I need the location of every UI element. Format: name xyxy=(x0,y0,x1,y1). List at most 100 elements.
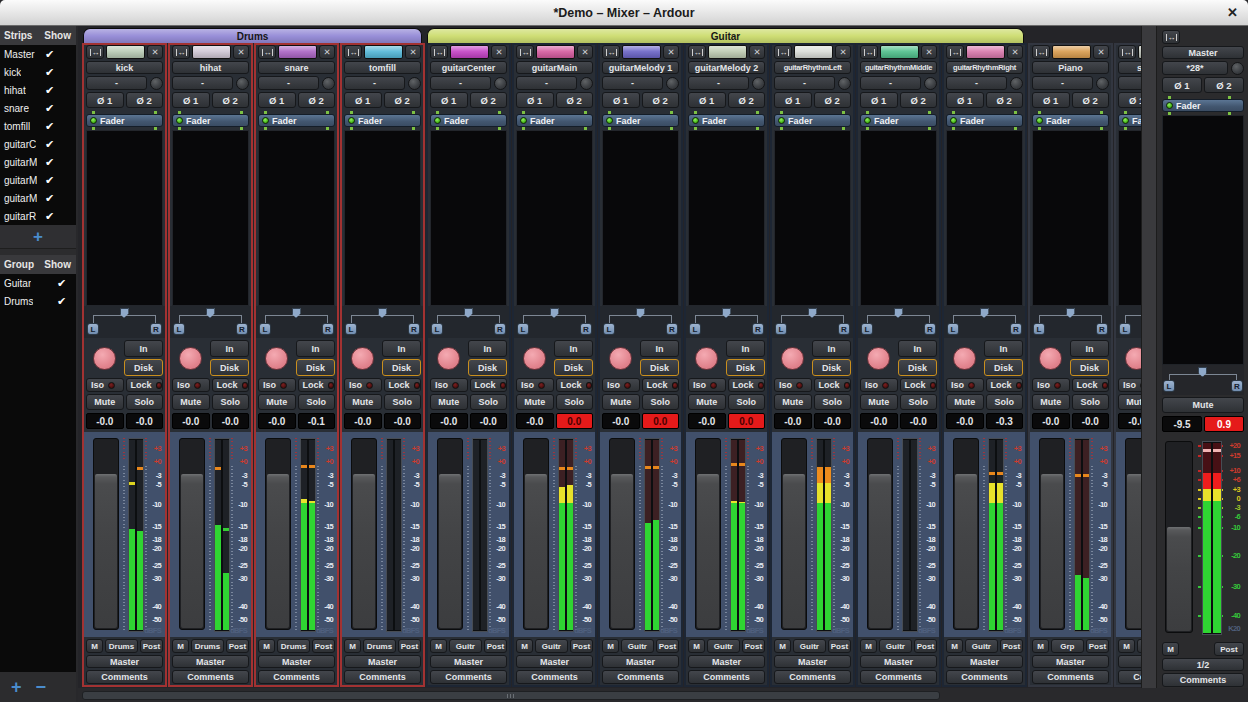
fader-track[interactable] xyxy=(437,438,463,630)
strip-name-button[interactable]: guitarCenter xyxy=(430,61,507,74)
lock-button[interactable]: Lock xyxy=(728,378,766,392)
pan-widget[interactable]: LR xyxy=(172,306,249,338)
pan-widget[interactable]: LR xyxy=(258,306,335,338)
close-strip-button[interactable]: ✕ xyxy=(749,45,765,59)
sidebar-strip-row[interactable]: Master✔ xyxy=(0,45,76,63)
mute-button[interactable]: Mute xyxy=(860,394,898,410)
strip-visible-check[interactable]: ✔ xyxy=(45,156,54,169)
mute-button[interactable]: Mute xyxy=(86,394,124,410)
input-button[interactable]: In xyxy=(984,340,1023,357)
phase-1-button[interactable]: Ø 1 xyxy=(86,92,124,108)
strip-name-button[interactable]: guitarRhythmLeft xyxy=(774,61,851,74)
phase-2-button[interactable]: Ø 2 xyxy=(556,92,594,108)
pan-left-badge[interactable]: L xyxy=(689,323,701,335)
fader-processor-button[interactable]: Fader xyxy=(1032,114,1109,127)
trim-display[interactable]: - xyxy=(430,76,491,90)
processor-led[interactable] xyxy=(692,117,699,124)
phase-2-button[interactable]: Ø 2 xyxy=(384,92,422,108)
fader-processor-button[interactable]: Fader xyxy=(1162,99,1244,112)
fader-track[interactable] xyxy=(179,438,205,630)
close-strip-button[interactable]: ✕ xyxy=(1093,45,1109,59)
post-button[interactable]: Post xyxy=(312,639,335,653)
pan-right-badge[interactable]: R xyxy=(236,323,248,335)
pan-widget[interactable]: LR xyxy=(688,306,765,338)
gain-display[interactable]: -0.0 xyxy=(602,413,640,429)
group-button[interactable]: Guitr xyxy=(535,639,568,653)
trim-knob[interactable] xyxy=(1096,77,1109,90)
pan-widget[interactable]: LR xyxy=(860,306,937,338)
pan-right-badge[interactable]: R xyxy=(494,323,506,335)
solo-button[interactable]: Solo xyxy=(642,394,680,410)
fader-track[interactable] xyxy=(781,438,807,630)
phase-1-button[interactable]: Ø 1 xyxy=(688,92,726,108)
narrow-toggle-button[interactable]: ↔ xyxy=(602,45,620,59)
trim-knob[interactable] xyxy=(580,77,593,90)
fader-handle[interactable] xyxy=(181,474,203,628)
processor-box[interactable] xyxy=(86,130,163,306)
disk-button[interactable]: Disk xyxy=(554,359,593,376)
strip-color-chip[interactable] xyxy=(880,45,919,59)
gain-display[interactable]: -0.0 xyxy=(258,413,296,429)
fader-processor-button[interactable]: Fader xyxy=(774,114,851,127)
output-button[interactable]: Master xyxy=(516,655,593,668)
input-button[interactable]: In xyxy=(210,340,249,357)
group-button[interactable]: Guitr xyxy=(707,639,740,653)
fader-track[interactable] xyxy=(523,438,549,630)
mono-button[interactable]: M xyxy=(860,639,877,653)
gain-display[interactable]: -0.0 xyxy=(860,413,898,429)
pan-widget[interactable]: LR xyxy=(1162,365,1244,395)
processor-box[interactable] xyxy=(688,130,765,306)
strip-name-button[interactable]: guitarMelody 1 xyxy=(602,61,679,74)
processor-led[interactable] xyxy=(176,117,183,124)
narrow-toggle-button[interactable]: ↔ xyxy=(86,45,104,59)
peak-display[interactable]: -0.0 xyxy=(900,413,938,429)
pan-widget[interactable]: LR xyxy=(430,306,507,338)
gain-display[interactable]: -0.0 xyxy=(946,413,984,429)
processor-led[interactable] xyxy=(1166,102,1173,109)
strip-color-chip[interactable] xyxy=(1052,45,1091,59)
fader-handle[interactable] xyxy=(869,474,891,628)
gain-display[interactable]: -0.0 xyxy=(430,413,468,429)
pan-handle[interactable] xyxy=(980,308,989,318)
strip-visible-check[interactable]: ✔ xyxy=(45,48,54,61)
trim-display[interactable]: - xyxy=(602,76,663,90)
processor-box[interactable] xyxy=(172,130,249,306)
narrow-toggle-button[interactable]: ↔ xyxy=(946,45,964,59)
solo-button[interactable]: Solo xyxy=(384,394,422,410)
mute-button[interactable]: Mute xyxy=(602,394,640,410)
processor-box[interactable] xyxy=(946,130,1023,306)
group-tab-guitar[interactable]: Guitar xyxy=(427,28,1024,43)
pan-widget[interactable]: LR xyxy=(516,306,593,338)
post-button[interactable]: Post xyxy=(1214,642,1244,656)
comments-button[interactable]: Comments xyxy=(1032,670,1109,684)
post-button[interactable]: Post xyxy=(656,639,679,653)
pan-right-badge[interactable]: R xyxy=(838,323,850,335)
solo-button[interactable]: Solo xyxy=(212,394,250,410)
trim-display[interactable]: - xyxy=(172,76,233,90)
strip-color-chip[interactable] xyxy=(708,45,747,59)
iso-button[interactable]: Iso xyxy=(860,378,898,392)
processor-box[interactable] xyxy=(1162,115,1244,365)
close-strip-button[interactable]: ✕ xyxy=(1007,45,1023,59)
mono-button[interactable]: M xyxy=(344,639,361,653)
phase-2-button[interactable]: Ø 2 xyxy=(986,92,1024,108)
trim-knob[interactable] xyxy=(838,77,851,90)
sidebar-strip-row[interactable]: snare✔ xyxy=(0,99,76,117)
pan-widget[interactable]: LR xyxy=(946,306,1023,338)
processor-box[interactable] xyxy=(430,130,507,306)
record-arm-button[interactable] xyxy=(1039,347,1062,370)
input-button[interactable]: In xyxy=(726,340,765,357)
processor-led[interactable] xyxy=(1122,117,1129,124)
add-strip-button[interactable]: + xyxy=(0,225,76,249)
peak-display[interactable]: 0.0 xyxy=(728,413,766,429)
fader-handle[interactable] xyxy=(267,474,289,628)
output-button[interactable]: Master xyxy=(258,655,335,668)
fader-handle[interactable] xyxy=(1041,474,1063,628)
group-button[interactable]: Guitr xyxy=(793,639,826,653)
phase-2-button[interactable]: Ø 2 xyxy=(1204,77,1244,93)
sidebar-strip-row[interactable]: guitarC✔ xyxy=(0,135,76,153)
strip-visible-check[interactable]: ✔ xyxy=(45,120,54,133)
output-button[interactable]: Master xyxy=(1032,655,1109,668)
input-button[interactable]: In xyxy=(1070,340,1109,357)
input-button[interactable]: In xyxy=(554,340,593,357)
